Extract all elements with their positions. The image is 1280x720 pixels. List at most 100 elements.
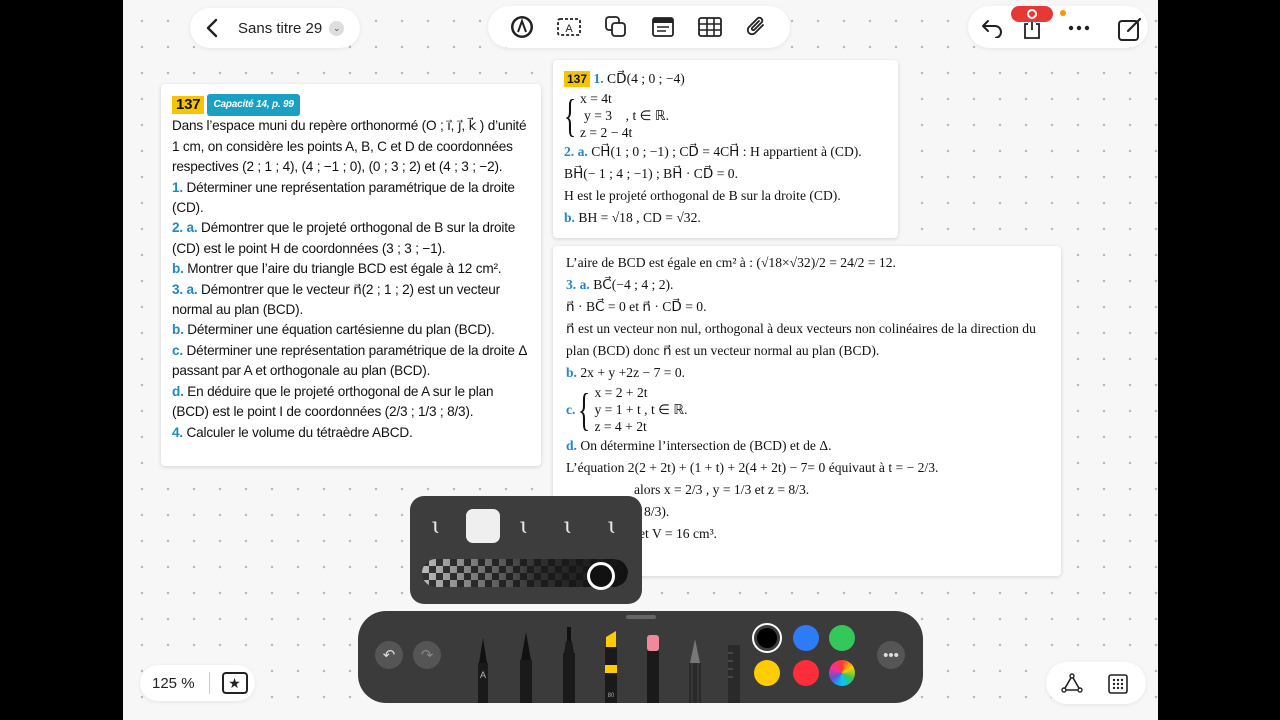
paperclip-icon — [746, 16, 764, 36]
question-text: Déterminer une représentation paramétriq… — [172, 342, 527, 379]
question-text: Démontrer que le projeté orthogonal de B… — [172, 220, 516, 256]
question-label: b. — [172, 261, 184, 277]
microphone-in-use-indicator — [1060, 10, 1066, 16]
system-line: y = 1 + t , t ∈ ℝ. — [594, 401, 687, 418]
new-note-icon[interactable] — [1115, 14, 1145, 44]
stroke-width-option[interactable]: ɩ — [552, 510, 584, 542]
solution-line: BH⃗(− 1 ; 4 ; −1) ; BH⃗ · CD⃗ = 0. — [564, 166, 738, 181]
drawing-more-button[interactable]: ••• — [877, 641, 905, 669]
question-item: 2. a. Démontrer que le projeté orthogona… — [172, 218, 531, 259]
stroke-width-option[interactable]: ɩ — [596, 510, 628, 542]
text-tool-button[interactable]: A — [555, 13, 583, 41]
bottom-right-toolbar — [1046, 662, 1146, 704]
color-swatch-green[interactable] — [829, 625, 855, 651]
lasso-icon[interactable] — [1060, 672, 1084, 696]
grid-icon[interactable] — [1106, 672, 1130, 696]
solution-number: 137 — [564, 71, 591, 87]
attachment-button[interactable] — [743, 13, 771, 41]
solution-label: b. — [566, 365, 577, 380]
highlighter-icon[interactable]: 80 — [598, 625, 624, 703]
question-label: 4. — [172, 424, 183, 440]
eraser-icon[interactable] — [640, 633, 666, 703]
system-eq: y = 3 — [584, 108, 613, 123]
color-swatch-yellow[interactable] — [754, 660, 780, 686]
system-line: y = 3 , t ∈ ℝ. — [580, 107, 669, 124]
color-swatch-black[interactable] — [754, 625, 780, 651]
solution-label: 3. a. — [566, 277, 590, 292]
solution-line: 3. a. BC⃗(−4 ; 4 ; 2). — [566, 274, 1048, 296]
question-text: Déterminer une équation cartésienne du p… — [187, 322, 495, 338]
text-box-icon: A — [556, 18, 581, 36]
brace: { — [578, 383, 591, 435]
document-title[interactable]: Sans titre 29 — [238, 20, 322, 37]
color-picker-rainbow[interactable] — [829, 660, 855, 686]
system-line: z = 2 − 4t — [580, 125, 633, 140]
capacity-badge: Capacité 14, p. 99 — [207, 94, 300, 117]
shapes-tool-button[interactable] — [602, 13, 630, 41]
notebook-page[interactable]: Sans titre 29 ⌄ A 137 Capacité 14, p. 99… — [123, 0, 1158, 720]
solution-label: b. — [564, 210, 575, 225]
exercise-number: 137 — [172, 96, 205, 114]
more-button[interactable] — [1065, 14, 1093, 42]
toolbar-grab-handle[interactable] — [626, 615, 656, 619]
back-button[interactable] — [194, 8, 230, 48]
solution-text: On détermine l’intersection de (BCD) et … — [580, 438, 832, 453]
undo-button[interactable] — [978, 14, 1006, 42]
question-item: c. Déterminer une représentation paramét… — [172, 341, 531, 382]
svg-text:A: A — [565, 23, 573, 35]
sticky-note-button[interactable] — [649, 13, 677, 41]
question-item: b. Déterminer une équation cartésienne d… — [172, 320, 531, 340]
color-swatch-red[interactable] — [793, 660, 819, 686]
solution-label: 2. a. — [564, 144, 588, 159]
solution-text: CD⃗(4 ; 0 ; −4) — [607, 71, 685, 86]
favorite-button[interactable]: ★ — [221, 672, 248, 694]
solution-line: alors x = 2/3 , y = 1/3 et z = 8/3. — [634, 482, 810, 497]
title-dropdown-chevron-icon[interactable]: ⌄ — [329, 20, 345, 36]
table-tool-button[interactable] — [696, 13, 724, 41]
stroke-width-option[interactable]: ɩ — [508, 510, 540, 542]
pencil-icon[interactable] — [682, 635, 708, 703]
parametric-system-cd: { x = 4t y = 3 , t ∈ ℝ. z = 2 − 4t — [564, 90, 887, 141]
solution-text: 2x + y +2z − 7 = 0. — [580, 365, 686, 380]
solution-line: L’aire de BCD est égale en cm² à : (√18×… — [566, 255, 896, 270]
pen-tool-button[interactable] — [508, 13, 536, 41]
question-item: d. En déduire que le projeté orthogonal … — [172, 382, 531, 423]
solution-label: d. — [566, 438, 577, 453]
system-lines: x = 4t y = 3 , t ∈ ℝ. z = 2 − 4t — [580, 90, 669, 141]
question-text: Montrer que l’aire du triangle BCD est é… — [187, 261, 502, 277]
color-swatch-blue[interactable] — [793, 625, 819, 651]
question-item: 3. a. Démontrer que le vecteur n⃗(2 ; 1 … — [172, 280, 531, 321]
drawing-redo-button[interactable]: ↷ — [413, 641, 441, 669]
exercise-intro: 137 Capacité 14, p. 99 Dans l’espace muni… — [172, 94, 531, 178]
exercise-statement: Dans l’espace muni du repère orthonormé … — [172, 118, 527, 175]
drawing-toolbar: ↶ ↷ A 80 ••• — [358, 611, 923, 703]
ruler-icon[interactable] — [723, 643, 745, 703]
question-label: d. — [172, 383, 184, 399]
pen-icon[interactable]: A — [470, 633, 496, 703]
marker-icon[interactable] — [556, 625, 582, 703]
exercise-card[interactable]: 137 Capacité 14, p. 99 Dans l’espace muni… — [161, 84, 541, 466]
question-label: 2. a. — [172, 220, 198, 236]
note-icon — [651, 17, 674, 37]
solution-label: c. — [566, 401, 576, 417]
solution-line: 137 1. CD⃗(4 ; 0 ; −4) — [564, 68, 887, 90]
question-label: 3. a. — [172, 281, 198, 297]
solution-line: H est le projeté orthogonal de B sur la … — [564, 188, 841, 203]
zoom-control: 125 % ★ — [140, 665, 255, 701]
question-list: 1. Déterminer une représentation paramét… — [172, 178, 531, 443]
tools-toolbar: A — [488, 6, 790, 48]
stroke-width-selected-option[interactable] — [466, 509, 500, 543]
opacity-slider-knob[interactable] — [587, 562, 615, 590]
question-label: c. — [172, 342, 183, 358]
stroke-width-thin-option[interactable]: ɩ — [420, 510, 452, 542]
solution-line: n⃗ · BC⃗ = 0 et n⃗ · CD⃗ = 0. — [566, 299, 707, 314]
question-label: 1. — [172, 179, 183, 195]
fineliner-icon[interactable] — [513, 628, 539, 703]
screen-recording-indicator[interactable] — [1011, 6, 1053, 22]
solution-card-1[interactable]: 137 1. CD⃗(4 ; 0 ; −4) { x = 4t y = 3 , … — [553, 60, 898, 238]
solution-line: n⃗ est un vecteur non nul, orthogonal à … — [566, 321, 1036, 336]
zoom-level[interactable]: 125 % — [152, 675, 195, 692]
stroke-options-popup: ɩ ɩ ɩ ɩ — [410, 496, 642, 604]
drawing-undo-button[interactable]: ↶ — [375, 641, 403, 669]
solution-line: plan (BCD) donc n⃗ est un vecteur normal… — [566, 343, 880, 358]
